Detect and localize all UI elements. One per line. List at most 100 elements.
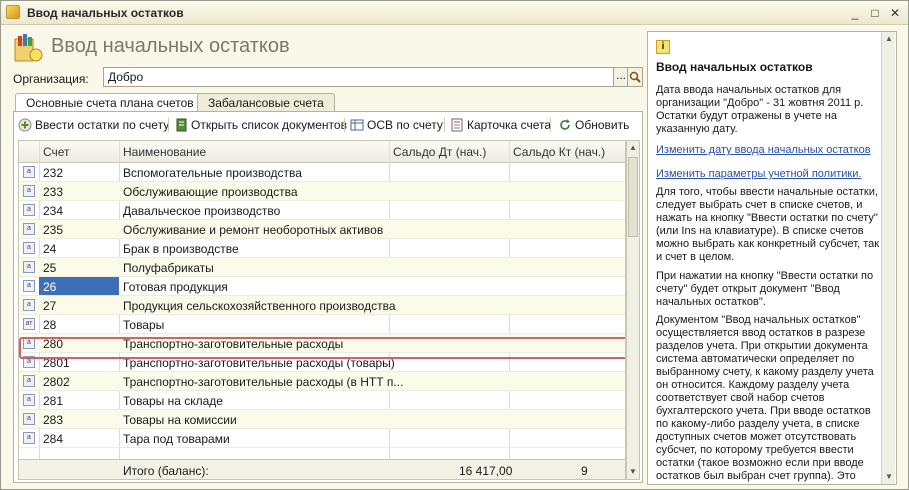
table-row[interactable]: а 235 Обслуживание и ремонт необоротных ак… [19,220,625,239]
form-title: Ввод начальных остатков [51,35,290,57]
organization-label: Организация: [13,72,89,86]
account-code: 2802 [43,375,70,389]
account-code: 235 [43,223,64,237]
title-bar: Ввод начальных остатков _ □ ✕ [1,1,908,25]
scroll-up-icon[interactable]: ▲ [882,32,896,46]
table-row[interactable]: а 2802 Транспортно-заготовительные расходы… [19,372,625,391]
table-row[interactable]: а 232 Вспомогательные производства [19,163,625,182]
account-icon: а [23,280,35,292]
account-icon: а [23,299,35,311]
scroll-down-icon[interactable]: ▼ [882,470,896,484]
account-icon: а [23,204,35,216]
app-window: Ввод начальных остатков _ □ ✕ Ввод начал… [0,0,909,490]
maximize-button[interactable]: □ [867,5,883,21]
total-credit: 9 713,02 [581,464,618,479]
scroll-down-icon[interactable]: ▼ [627,465,639,479]
table-row[interactable]: а 233 Обслуживающие производства [19,182,625,201]
column-header-account[interactable]: Счет [43,145,70,159]
accounts-table: Счет Наименование Сальдо Дт (нач.) Сальд… [18,140,626,480]
table-row[interactable]: а 283 Товары на комиссии [19,410,625,429]
table-row-selected[interactable]: а 26 Готовая продукция [19,277,625,296]
scroll-up-icon[interactable]: ▲ [627,141,639,155]
account-icon: а [23,223,35,235]
account-code: 281 [43,394,64,408]
app-icon [6,5,20,19]
total-label: Итого (баланс): [123,464,209,478]
account-icon: а [23,375,35,387]
account-name: Готовая продукция [123,280,228,294]
close-button[interactable]: ✕ [887,5,903,21]
tab-main-accounts[interactable]: Основные счета плана счетов [15,93,205,112]
organization-search-button[interactable] [627,67,643,87]
add-icon [18,118,32,132]
table-row[interactable]: а 27 Продукция сельскохозяйственного произ… [19,296,625,315]
change-policy-link[interactable]: Изменить параметры учетной политики. [656,168,861,180]
help-title: Ввод начальных остатков [656,60,813,74]
window-title: Ввод начальных остатков [27,6,184,20]
accounts-panel: Ввести остатки по счету Открыть список д… [13,111,643,483]
refresh-label: Обновить [575,118,630,132]
osv-label: ОСВ по счету [367,118,443,132]
info-icon: i [656,40,670,54]
organization-field[interactable]: Добро [103,67,615,87]
account-name: Товары [123,318,165,332]
change-date-link[interactable]: Изменить дату ввода начальных остатков [656,144,871,156]
account-code: 28 [43,318,57,332]
account-code: 26 [43,280,57,294]
main-form: Ввод начальных остатков Организация: Доб… [7,29,643,487]
account-code: 24 [43,242,57,256]
enter-balances-button[interactable]: Ввести остатки по счету [18,116,169,134]
account-name: Обслуживающие производства [123,185,298,199]
column-header-credit[interactable]: Сальдо Кт (нач.) [513,145,605,159]
selection-highlight-frame [19,337,625,359]
account-card-label: Карточка счета [467,118,552,132]
tab-offbalance-accounts[interactable]: Забалансовые счета [197,93,335,111]
enter-balances-label: Ввести остатки по счету [35,118,170,132]
account-name: Транспортно-заготовительные расходы (в Н… [123,375,404,389]
account-icon: а [23,432,35,444]
account-code: 283 [43,413,64,427]
toolbar-divider [168,118,169,132]
form-header-icon [14,34,43,62]
refresh-icon [560,119,570,130]
account-name: Брак в производстве [123,242,239,256]
account-code: 25 [43,261,57,275]
account-icon: ат [23,318,35,330]
osv-button[interactable]: ОСВ по счету [350,116,443,134]
toolbar: Ввести остатки по счету Открыть список д… [18,114,640,136]
table-row[interactable]: а 284 Тара под товарами [19,429,625,448]
table-row[interactable]: ат 28 Товары [19,315,625,334]
account-icon: а [23,242,35,254]
account-name: Товары на складе [123,394,223,408]
column-header-name[interactable]: Наименование [123,145,206,159]
toolbar-divider [344,118,345,132]
table-icon [350,119,364,131]
table-row[interactable]: а 281 Товары на складе [19,391,625,410]
help-intro: Дата ввода начальных остатков для органи… [656,84,864,135]
table-row[interactable]: а 234 Давальческое производство [19,201,625,220]
total-row: Итого (баланс): 16 417,00 9 713,02 [19,459,625,479]
table-row[interactable]: а 24 Брак в производстве [19,239,625,258]
account-name: Продукция сельскохозяйственного производ… [123,299,396,313]
account-card-button[interactable]: Карточка счета [450,116,551,134]
account-icon: а [23,261,35,273]
account-code: 233 [43,185,64,199]
account-icon: а [23,185,35,197]
help-instructions: Для того, чтобы ввести начальные остатки… [656,186,880,263]
table-row[interactable]: а 25 Полуфабрикаты [19,258,625,277]
account-code: 232 [43,166,64,180]
refresh-button[interactable]: Обновить [558,116,629,134]
table-scrollbar[interactable]: ▲ ▼ [626,140,640,480]
document-list-icon [176,118,187,132]
account-name: Товары на комиссии [123,413,237,427]
account-name: Полуфабрикаты [123,261,214,275]
minimize-button[interactable]: _ [847,5,863,21]
total-debit: 16 417,00 [459,464,513,478]
scroll-thumb[interactable] [628,157,638,237]
open-documents-button[interactable]: Открыть список документов [174,116,347,134]
help-scrollbar[interactable]: ▲ ▼ [881,32,895,484]
account-name: Обслуживание и ремонт необоротных активо… [123,223,384,237]
account-code: 284 [43,432,64,446]
column-header-debit[interactable]: Сальдо Дт (нач.) [393,145,486,159]
account-code: 234 [43,204,64,218]
